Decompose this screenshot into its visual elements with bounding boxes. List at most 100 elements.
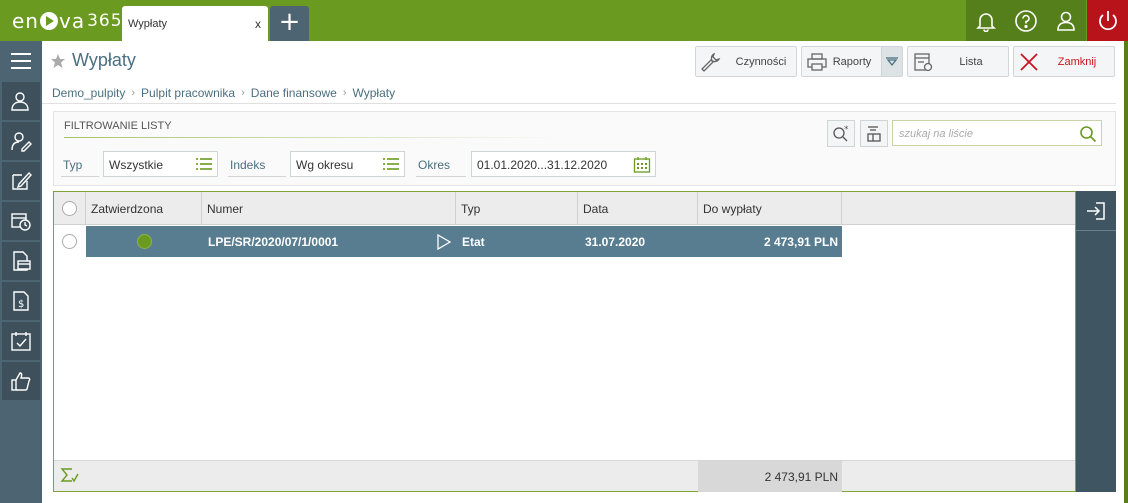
tab-label: Wypłaty	[128, 18, 168, 30]
period-date-range[interactable]: 01.01.2020...31.12.2020	[471, 151, 656, 177]
data-grid: Zatwierdzona Numer Typ Data Do wypłaty L…	[53, 191, 1076, 492]
actions-button[interactable]: Czynności	[695, 46, 797, 77]
sidebar-item-schedule[interactable]	[2, 202, 40, 240]
sidebar-item-payslip[interactable]: $	[2, 282, 40, 320]
edit-icon	[12, 171, 32, 190]
bell-icon	[976, 12, 996, 32]
reports-label: Raporty	[832, 56, 872, 68]
wrench-icon	[700, 51, 722, 76]
breadcrumb: Demo_pulpity › Pulpit pracownika › Dane …	[52, 86, 395, 100]
user-icon	[1057, 11, 1075, 31]
table-row[interactable]: LPE/SR/2020/07/1/0001 Etat 31.07.2020 2 …	[86, 226, 842, 257]
user-button[interactable]	[1046, 0, 1086, 41]
select-all-cell[interactable]	[54, 192, 86, 225]
grid-header: Zatwierdzona Numer Typ Data Do wypłaty	[54, 192, 1075, 225]
period-value: 01.01.2020...31.12.2020	[477, 158, 608, 172]
top-bar: en va 365 Wypłaty x +	[0, 0, 1128, 41]
list-button[interactable]: Lista	[907, 46, 1009, 77]
chevron-right-icon: ›	[342, 87, 347, 99]
select-all-checkbox[interactable]	[62, 201, 77, 216]
group-icon	[867, 125, 881, 142]
reports-button[interactable]: Raporty	[801, 46, 903, 77]
sum-amount: 2 473,91 PLN	[698, 461, 842, 492]
label-underline	[61, 176, 99, 177]
notifications-button[interactable]	[966, 0, 1006, 41]
right-panel	[1076, 191, 1116, 492]
index-select[interactable]: Wg okresu	[290, 151, 405, 177]
row-amount: 2 473,91 PLN	[763, 235, 838, 249]
list-icon[interactable]	[195, 156, 213, 175]
help-button[interactable]	[1006, 0, 1046, 41]
search-placeholder: szukaj na liście	[899, 128, 973, 140]
favorite-star-icon[interactable]	[50, 53, 66, 72]
breadcrumb-item[interactable]: Wypłaty	[353, 86, 396, 100]
approved-check-icon	[137, 234, 152, 249]
search-filter-button[interactable]: *	[827, 120, 855, 147]
column-header-date[interactable]: Data	[578, 192, 698, 225]
logo-text: va	[58, 9, 86, 33]
menu-button[interactable]	[2, 42, 40, 80]
breadcrumb-item[interactable]: Pulpit pracownika	[141, 86, 235, 100]
index-label: Indeks	[230, 158, 266, 172]
power-icon	[1098, 10, 1117, 30]
svg-text:$: $	[18, 299, 24, 310]
period-label: Okres	[418, 158, 451, 172]
column-header-amount[interactable]: Do wypłaty	[698, 192, 842, 225]
app-logo[interactable]: en va 365	[12, 9, 123, 33]
employee-icon	[11, 92, 29, 111]
column-header-type[interactable]: Typ	[456, 192, 578, 225]
logo-text: en	[12, 9, 39, 33]
sidebar-item-documents[interactable]	[2, 242, 40, 280]
logout-button[interactable]	[1087, 0, 1128, 41]
chevron-right-icon: ›	[131, 87, 136, 99]
breadcrumb-item[interactable]: Demo_pulpity	[52, 86, 125, 100]
hamburger-icon	[11, 53, 31, 69]
search-icon[interactable]	[1079, 125, 1097, 146]
calendar-check-icon	[11, 332, 31, 351]
filter-title: FILTROWANIE LISTY	[64, 120, 172, 132]
sidebar-item-approvals[interactable]	[2, 362, 40, 400]
play-icon[interactable]	[436, 233, 452, 253]
row-checkbox[interactable]	[62, 234, 77, 249]
type-select[interactable]: Wszystkie	[103, 151, 218, 177]
column-header-approved[interactable]: Zatwierdzona	[86, 192, 202, 225]
calendar-clock-icon	[11, 213, 31, 231]
add-tab-button[interactable]: +	[270, 6, 309, 41]
chevron-down-icon	[886, 56, 898, 66]
window-border	[1124, 41, 1128, 503]
calendar-icon[interactable]	[633, 156, 651, 177]
logo-play-icon	[39, 12, 58, 30]
logo-number: 365	[87, 11, 123, 31]
label-underline	[228, 176, 286, 177]
index-value: Wg okresu	[296, 158, 354, 172]
list-label: Lista	[959, 56, 983, 68]
help-icon	[1015, 9, 1037, 32]
sidebar-item-edit[interactable]	[2, 162, 40, 200]
chevron-right-icon: ›	[241, 87, 245, 99]
reports-dropdown[interactable]	[881, 47, 902, 76]
search-plus-icon: *	[833, 125, 849, 141]
close-icon	[1018, 51, 1040, 76]
tab-close-button[interactable]: x	[255, 17, 261, 31]
column-header-number[interactable]: Numer	[202, 192, 456, 225]
grouping-button[interactable]	[860, 120, 888, 147]
open-detail-button[interactable]	[1076, 191, 1116, 231]
list-icon[interactable]	[382, 156, 400, 175]
thumbs-up-icon	[11, 372, 31, 391]
actions-label: Czynności	[735, 56, 787, 68]
sidebar-item-employee[interactable]	[2, 82, 40, 120]
sidebar-item-employee-edit[interactable]	[2, 122, 40, 160]
breadcrumb-item[interactable]: Dane finansowe	[251, 86, 337, 100]
row-number: LPE/SR/2020/07/1/0001	[208, 235, 339, 249]
close-button[interactable]: Zamknij	[1013, 46, 1115, 77]
employee-edit-icon	[11, 132, 32, 152]
sidebar-item-calendar[interactable]	[2, 322, 40, 360]
close-label: Zamknij	[1057, 56, 1097, 68]
tab-wyplaty[interactable]: Wypłaty x	[122, 6, 268, 41]
sign-in-icon	[1087, 201, 1105, 220]
list-settings-icon	[912, 51, 934, 76]
search-input[interactable]: szukaj na liście	[892, 120, 1102, 146]
label-underline	[416, 176, 466, 177]
sum-icon[interactable]	[60, 467, 80, 488]
type-label: Typ	[63, 158, 83, 172]
